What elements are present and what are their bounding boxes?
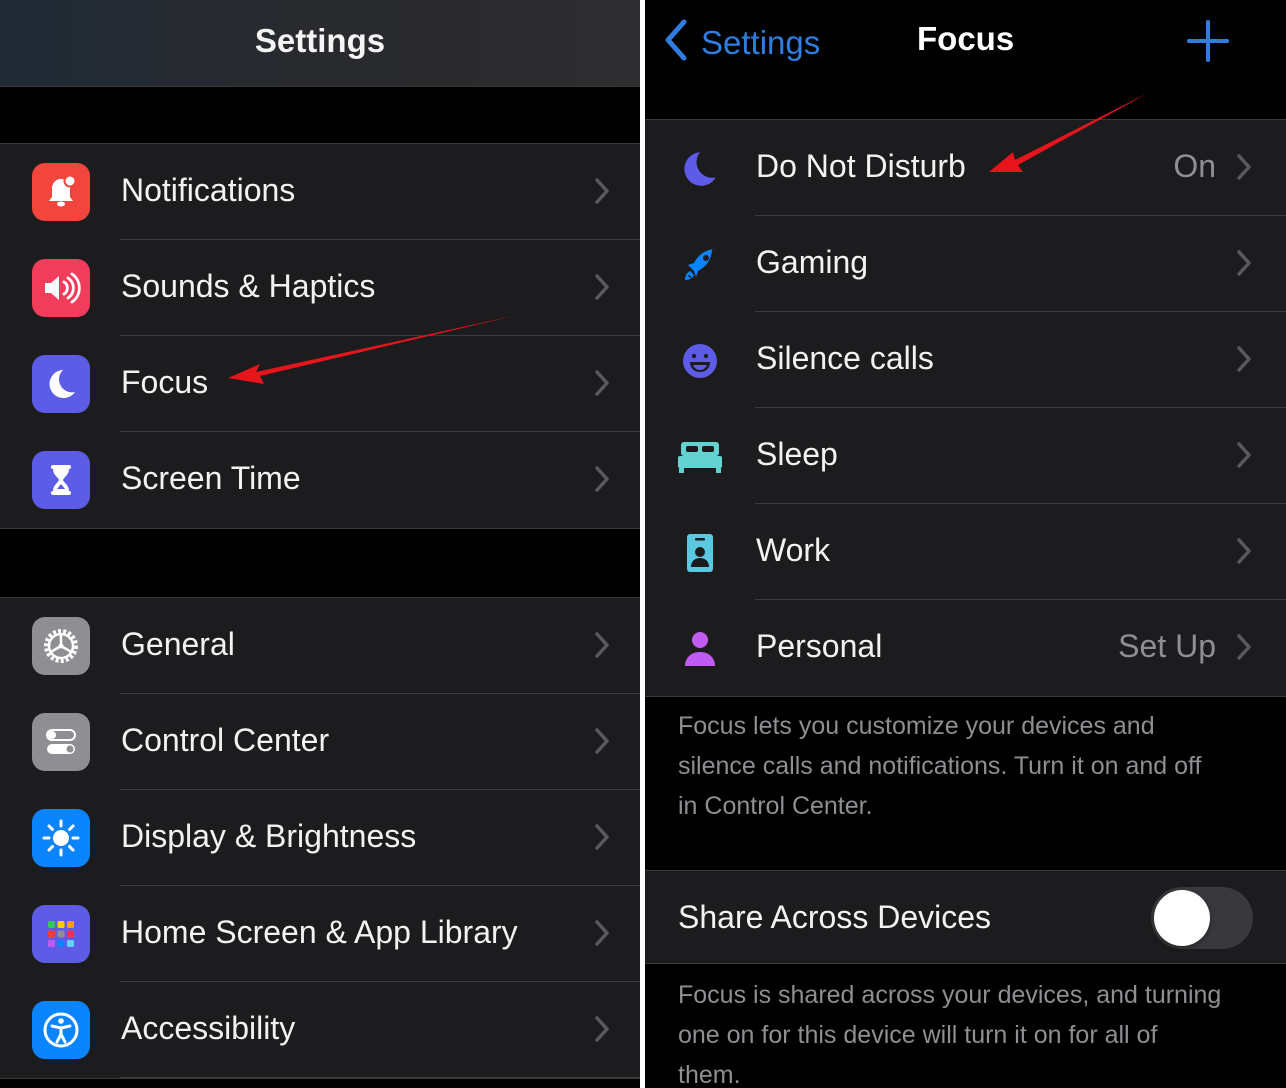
- settings-screen: Settings Notifications Sounds & Haptics …: [0, 0, 640, 1088]
- focus-item-label: Gaming: [756, 244, 869, 280]
- settings-item-label: Display & Brightness: [121, 818, 417, 854]
- share-across-devices-toggle[interactable]: [1151, 887, 1253, 949]
- chevron-right-icon: [1236, 345, 1252, 373]
- focus-item-label: Sleep: [756, 436, 838, 472]
- settings-item-label: Notifications: [121, 172, 296, 208]
- hourglass-icon: [32, 451, 90, 509]
- settings-item-label: Screen Time: [121, 460, 301, 496]
- smiley-icon: [677, 338, 723, 384]
- person-icon: [677, 626, 723, 672]
- settings-item-label: Control Center: [121, 722, 330, 758]
- settings-item-sounds-haptics[interactable]: Sounds & Haptics: [0, 240, 640, 336]
- settings-item-label: General: [121, 626, 235, 662]
- toggles-icon: [32, 713, 90, 771]
- share-across-devices-label: Share Across Devices: [678, 899, 992, 935]
- chevron-right-icon: [594, 631, 610, 659]
- settings-item-focus[interactable]: Focus: [0, 336, 640, 432]
- back-button[interactable]: Settings: [663, 18, 820, 67]
- focus-description: Focus lets you customize your devices an…: [678, 712, 1202, 820]
- settings-item-label: Focus: [121, 364, 209, 400]
- share-across-devices-row: Share Across Devices: [645, 870, 1286, 964]
- chevron-right-icon: [594, 273, 610, 301]
- settings-item-screen-time[interactable]: Screen Time: [0, 432, 640, 528]
- navigation-bar: Settings: [0, 0, 640, 87]
- focus-item-work[interactable]: Work: [645, 504, 1286, 600]
- plus-icon: [1185, 20, 1231, 68]
- add-focus-button[interactable]: [1185, 18, 1231, 64]
- back-button-label: Settings: [701, 23, 821, 61]
- speaker-icon: [32, 259, 90, 317]
- chevron-right-icon: [594, 823, 610, 851]
- gear-icon: [32, 617, 90, 675]
- page-title: Focus: [917, 20, 1015, 57]
- focus-item-status: Set Up: [1118, 628, 1216, 664]
- navigation-bar: Settings Focus: [645, 0, 1286, 120]
- focus-item-sleep[interactable]: Sleep: [645, 408, 1286, 504]
- focus-item-status: On: [1173, 148, 1216, 184]
- chevron-right-icon: [1236, 153, 1252, 181]
- chevron-right-icon: [1236, 633, 1252, 661]
- chevron-right-icon: [594, 919, 610, 947]
- accessibility-icon: [32, 1001, 90, 1059]
- chevron-right-icon: [594, 727, 610, 755]
- moon-icon: [677, 146, 723, 192]
- chevron-right-icon: [594, 369, 610, 397]
- settings-item-display-brightness[interactable]: Display & Brightness: [0, 790, 640, 886]
- notifications-bell-icon: [32, 163, 90, 221]
- settings-group-1: Notifications Sounds & Haptics Focus Scr…: [0, 143, 640, 529]
- page-title: Settings: [254, 22, 386, 59]
- focus-item-label: Personal: [756, 628, 883, 664]
- chevron-right-icon: [1236, 249, 1252, 277]
- settings-item-control-center[interactable]: Control Center: [0, 694, 640, 790]
- focus-item-label: Work: [756, 532, 831, 568]
- rocket-icon: [677, 242, 723, 288]
- chevron-right-icon: [594, 1015, 610, 1043]
- chevron-right-icon: [1236, 441, 1252, 469]
- settings-item-label: Sounds & Haptics: [121, 268, 376, 304]
- row-divider: [120, 1077, 640, 1078]
- chevron-right-icon: [594, 177, 610, 205]
- focus-modes-list: Do Not Disturb On Gaming Silence calls S…: [645, 120, 1286, 697]
- toggle-knob: [1154, 890, 1210, 946]
- settings-group-2: General Control Center Display & Brightn…: [0, 597, 640, 1079]
- settings-item-label: Accessibility: [121, 1010, 296, 1046]
- settings-item-general[interactable]: General: [0, 598, 640, 694]
- chevron-left-icon: [663, 18, 689, 67]
- chevron-right-icon: [1236, 537, 1252, 565]
- moon-icon: [32, 355, 90, 413]
- settings-item-label: Home Screen & App Library: [121, 914, 518, 950]
- focus-item-do-not-disturb[interactable]: Do Not Disturb On: [645, 120, 1286, 216]
- focus-item-personal[interactable]: Personal Set Up: [645, 600, 1286, 696]
- bed-icon: [677, 434, 723, 480]
- share-description: Focus is shared across your devices, and…: [678, 981, 1222, 1088]
- sun-icon: [32, 809, 90, 867]
- id-badge-icon: [677, 530, 723, 576]
- app-grid-icon: [32, 905, 90, 963]
- focus-item-label: Do Not Disturb: [756, 148, 966, 184]
- focus-screen: Settings Focus Do Not Disturb On Gaming: [645, 0, 1286, 1088]
- chevron-right-icon: [594, 465, 610, 493]
- focus-item-gaming[interactable]: Gaming: [645, 216, 1286, 312]
- focus-item-label: Silence calls: [756, 340, 934, 376]
- settings-item-notifications[interactable]: Notifications: [0, 144, 640, 240]
- settings-item-home-screen[interactable]: Home Screen & App Library: [0, 886, 640, 982]
- settings-item-accessibility[interactable]: Accessibility: [0, 982, 640, 1078]
- focus-item-silence-calls[interactable]: Silence calls: [645, 312, 1286, 408]
